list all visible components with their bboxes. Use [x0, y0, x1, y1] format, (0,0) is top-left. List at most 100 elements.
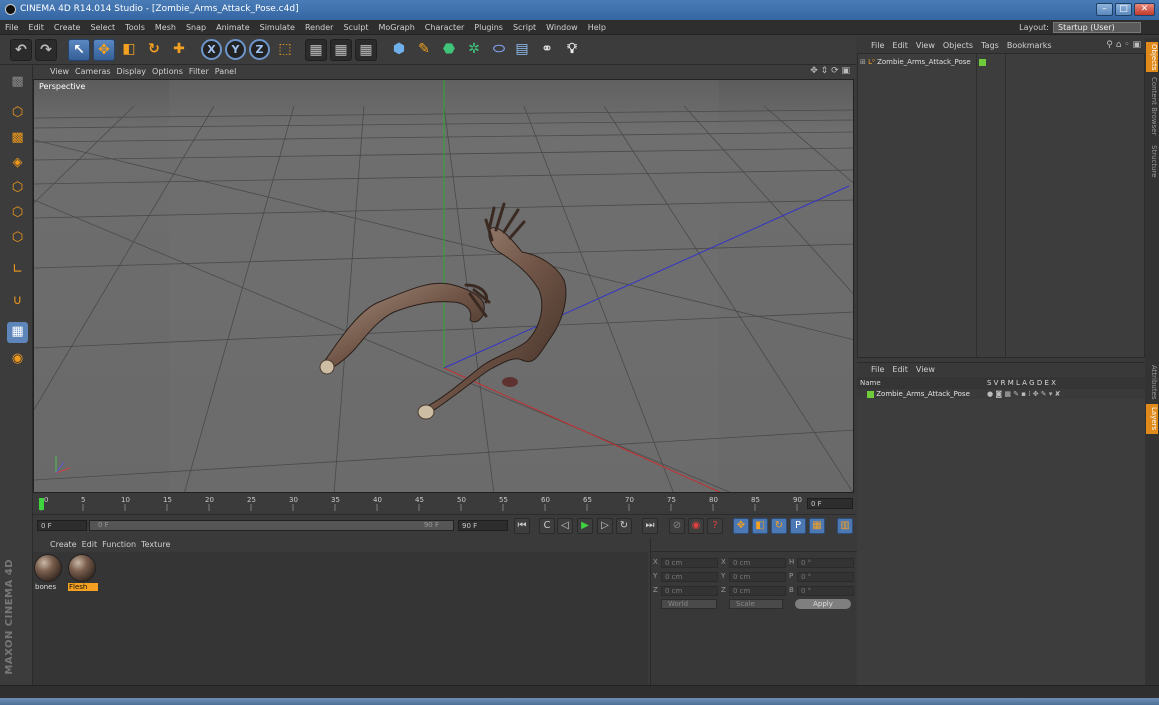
- layer-row[interactable]: Zombie_Arms_Attack_Pose ● ◙ ▦ ✎ ▪ ⁞ ✥ ✎ …: [857, 389, 1145, 399]
- menu-window[interactable]: Window: [541, 20, 583, 35]
- minimize-button[interactable]: –: [1096, 3, 1113, 16]
- render-picture-viewer-icon[interactable]: ▦: [330, 39, 352, 61]
- cloner-icon[interactable]: ✲: [463, 39, 485, 61]
- layer-menu-file[interactable]: File: [857, 363, 888, 377]
- menu-select[interactable]: Select: [85, 20, 120, 35]
- render-view-icon[interactable]: ▦: [305, 39, 327, 61]
- start-frame-field[interactable]: 0 F: [37, 520, 87, 531]
- layer-menu-edit[interactable]: Edit: [888, 363, 912, 377]
- rotate-tool-icon[interactable]: ↻: [143, 39, 165, 61]
- menu-simulate[interactable]: Simulate: [255, 20, 300, 35]
- end-frame-field[interactable]: 90 F: [458, 520, 508, 531]
- pos-y-field[interactable]: 0 cm: [661, 572, 718, 582]
- mat-menu-function[interactable]: Function: [102, 538, 141, 552]
- key-scale-icon[interactable]: ◧: [752, 518, 768, 534]
- material-flesh[interactable]: Flesh: [68, 554, 98, 591]
- cube-primitive-icon[interactable]: ⬢: [388, 39, 410, 61]
- size-x-field[interactable]: 0 cm: [729, 558, 786, 568]
- y-axis-lock-icon[interactable]: Y: [225, 39, 246, 60]
- tab-structure[interactable]: Structure: [1146, 142, 1158, 180]
- timeline-window-icon[interactable]: ▥: [837, 518, 853, 534]
- spline-pen-icon[interactable]: ✎: [413, 39, 435, 61]
- pos-x-field[interactable]: 0 cm: [661, 558, 718, 568]
- menu-render[interactable]: Render: [300, 20, 338, 35]
- vp-menu-panel[interactable]: Panel: [215, 65, 243, 79]
- camera-icon[interactable]: ⚭: [536, 39, 558, 61]
- go-to-end-icon[interactable]: ⏭: [642, 518, 658, 534]
- layer-flag-icons[interactable]: ● ◙ ▦ ✎ ▪ ⁞ ✥ ✎ ▾ ✘: [987, 390, 1060, 398]
- undo-icon[interactable]: ↶: [10, 39, 32, 61]
- 3d-viewport[interactable]: Perspective: [33, 79, 854, 493]
- keyframe-selection-icon[interactable]: ?: [707, 518, 723, 534]
- viewport-nav-icons[interactable]: ✥ ⇕ ⟳ ▣: [810, 66, 850, 76]
- coordinate-system-icon[interactable]: ⬚: [274, 39, 296, 61]
- obj-menu-edit[interactable]: Edit: [888, 38, 912, 53]
- axis-mode-icon[interactable]: ∟: [7, 260, 28, 281]
- workplane-grid-icon[interactable]: ▦: [7, 322, 28, 343]
- rot-p-field[interactable]: 0 °: [797, 572, 854, 582]
- layer-menu-view[interactable]: View: [912, 363, 939, 377]
- go-to-start-icon[interactable]: ⏮: [514, 518, 530, 534]
- key-parameter-icon[interactable]: P: [790, 518, 806, 534]
- pos-z-field[interactable]: 0 cm: [661, 586, 718, 596]
- material-bones[interactable]: bones: [34, 554, 64, 591]
- autokey-icon[interactable]: ◉: [688, 518, 704, 534]
- subdivision-surface-icon[interactable]: ⬣: [438, 39, 460, 61]
- mat-menu-edit[interactable]: Edit: [82, 538, 103, 552]
- vp-menu-cameras[interactable]: Cameras: [75, 65, 117, 79]
- apply-button[interactable]: Apply: [795, 599, 851, 609]
- maximize-button[interactable]: □: [1115, 3, 1132, 16]
- tab-objects[interactable]: Objects: [1146, 42, 1158, 72]
- prev-frame-icon[interactable]: ◁: [557, 518, 573, 534]
- vp-menu-options[interactable]: Options: [152, 65, 189, 79]
- size-mode-dropdown[interactable]: Scale: [729, 599, 783, 609]
- timeline-ruler[interactable]: 0 5 10 15 20 25 30 35 40 45 50 55 60 65 …: [33, 494, 856, 512]
- locked-workplane-icon[interactable]: ◉: [7, 349, 28, 370]
- rot-h-field[interactable]: 0 °: [797, 558, 854, 568]
- search-icon[interactable]: ⚲ ⌂ ◦ ▣: [1106, 40, 1141, 50]
- obj-menu-tags[interactable]: Tags: [977, 38, 1003, 53]
- polygons-mode-icon[interactable]: ⬡: [7, 228, 28, 249]
- menu-help[interactable]: Help: [583, 20, 611, 35]
- expand-icon[interactable]: ⊞: [860, 58, 866, 66]
- loop-icon[interactable]: ↻: [616, 518, 632, 534]
- key-rotation-icon[interactable]: ↻: [771, 518, 787, 534]
- prev-key-icon[interactable]: C: [539, 518, 555, 534]
- menu-edit[interactable]: Edit: [23, 20, 49, 35]
- add-tool-icon[interactable]: ✚: [168, 39, 190, 61]
- menu-script[interactable]: Script: [508, 20, 541, 35]
- obj-menu-view[interactable]: View: [912, 38, 939, 53]
- vp-menu-view[interactable]: View: [33, 65, 75, 79]
- redo-icon[interactable]: ↷: [35, 39, 57, 61]
- record-keys-icon[interactable]: ⊘: [669, 518, 685, 534]
- tab-content-browser[interactable]: Content Browser: [1146, 76, 1158, 136]
- obj-menu-objects[interactable]: Objects: [939, 38, 977, 53]
- layout-select[interactable]: Startup (User): [1053, 22, 1141, 33]
- light-icon[interactable]: 💡︎: [561, 39, 583, 61]
- layer-color-icon[interactable]: [867, 390, 874, 398]
- live-selection-icon[interactable]: ↖: [68, 39, 90, 61]
- menu-sculpt[interactable]: Sculpt: [338, 20, 373, 35]
- menu-mesh[interactable]: Mesh: [150, 20, 181, 35]
- size-y-field[interactable]: 0 cm: [729, 572, 786, 582]
- preview-range-slider[interactable]: 0 F 90 F: [89, 520, 454, 531]
- close-button[interactable]: ✕: [1134, 3, 1155, 16]
- snap-magnet-icon[interactable]: ∪: [7, 291, 28, 312]
- make-editable-icon[interactable]: ▩: [7, 72, 28, 93]
- camera-label[interactable]: Perspective: [36, 82, 89, 91]
- menu-snap[interactable]: Snap: [181, 20, 211, 35]
- key-pla-icon[interactable]: ▦: [809, 518, 825, 534]
- vp-menu-filter[interactable]: Filter: [189, 65, 215, 79]
- menu-file[interactable]: File: [0, 20, 23, 35]
- current-frame-field[interactable]: 0 F: [807, 498, 853, 509]
- move-tool-icon[interactable]: ✥: [93, 39, 115, 61]
- menu-animate[interactable]: Animate: [211, 20, 255, 35]
- workplane-mode-icon[interactable]: ◈: [7, 153, 28, 174]
- render-settings-icon[interactable]: ▦: [355, 39, 377, 61]
- object-row[interactable]: ⊞ L⁰ Zombie_Arms_Attack_Pose: [860, 58, 986, 66]
- menu-create[interactable]: Create: [49, 20, 86, 35]
- scale-tool-icon[interactable]: ◧: [118, 39, 140, 61]
- obj-menu-bookmarks[interactable]: Bookmarks: [1003, 38, 1056, 53]
- menu-tools[interactable]: Tools: [120, 20, 150, 35]
- menu-plugins[interactable]: Plugins: [469, 20, 508, 35]
